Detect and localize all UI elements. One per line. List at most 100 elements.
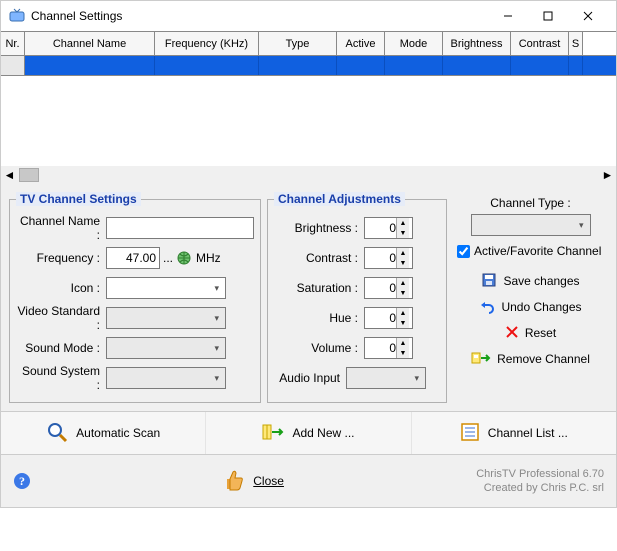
col-frequency[interactable]: Frequency (KHz) xyxy=(155,32,259,55)
tv-settings-legend: TV Channel Settings xyxy=(16,192,141,206)
active-favorite-label: Active/Favorite Channel xyxy=(474,244,601,258)
scroll-right-icon[interactable]: ► xyxy=(599,167,616,184)
maximize-button[interactable] xyxy=(528,2,568,30)
contrast-stepper[interactable]: ▲▼ xyxy=(364,247,413,269)
step-down-icon[interactable]: ▼ xyxy=(397,288,409,298)
channel-name-input[interactable] xyxy=(106,217,254,239)
tv-channel-settings: TV Channel Settings Channel Name : Frequ… xyxy=(9,192,261,403)
step-up-icon[interactable]: ▲ xyxy=(397,278,409,288)
save-label: Save changes xyxy=(503,274,579,288)
saturation-value[interactable] xyxy=(368,281,396,295)
channel-list-button[interactable]: Channel List ... xyxy=(412,412,616,454)
globe-icon[interactable] xyxy=(176,250,192,266)
grid-header: Nr. Channel Name Frequency (KHz) Type Ac… xyxy=(1,32,616,56)
reset-button[interactable]: Reset xyxy=(455,320,606,346)
add-new-button[interactable]: Add New ... xyxy=(206,412,411,454)
video-standard-label: Video Standard : xyxy=(16,304,106,332)
step-up-icon[interactable]: ▲ xyxy=(397,308,409,318)
frequency-unit: MHz xyxy=(196,251,221,265)
hue-label: Hue : xyxy=(274,311,364,325)
col-nr[interactable]: Nr. xyxy=(1,32,25,55)
window: Channel Settings Nr. Channel Name Freque… xyxy=(0,0,617,508)
undo-label: Undo Changes xyxy=(501,300,581,314)
product-name: ChrisTV Professional 6.70 xyxy=(476,467,604,481)
channel-grid: Nr. Channel Name Frequency (KHz) Type Ac… xyxy=(1,31,616,184)
col-s[interactable]: S xyxy=(569,32,583,55)
chevron-down-icon: ▾ xyxy=(214,313,222,324)
step-up-icon[interactable]: ▲ xyxy=(397,338,409,348)
author-name: Created by Chris P.C. srl xyxy=(476,481,604,495)
saturation-stepper[interactable]: ▲▼ xyxy=(364,277,413,299)
frequency-input[interactable] xyxy=(106,247,160,269)
sound-mode-combo[interactable]: ▾ xyxy=(106,337,226,359)
step-up-icon[interactable]: ▲ xyxy=(397,248,409,258)
remove-icon xyxy=(471,350,491,369)
col-brightness[interactable]: Brightness xyxy=(443,32,511,55)
frequency-more-icon[interactable]: ... xyxy=(160,251,176,265)
active-favorite-checkbox[interactable]: Active/Favorite Channel xyxy=(457,244,606,258)
footer: ? Close ChrisTV Professional 6.70 Create… xyxy=(1,455,616,507)
volume-stepper[interactable]: ▲▼ xyxy=(364,337,413,359)
list-icon xyxy=(460,422,480,445)
thumbs-up-icon xyxy=(223,469,245,494)
automatic-scan-button[interactable]: Automatic Scan xyxy=(1,412,206,454)
sound-system-label: Sound System : xyxy=(16,364,106,392)
remove-label: Remove Channel xyxy=(497,352,590,366)
channel-adjustments: Channel Adjustments Brightness : ▲▼ Cont… xyxy=(267,192,447,403)
chevron-down-icon: ▾ xyxy=(214,343,222,354)
step-down-icon[interactable]: ▼ xyxy=(397,258,409,268)
scroll-left-icon[interactable]: ◄ xyxy=(1,167,18,184)
settings-row: TV Channel Settings Channel Name : Frequ… xyxy=(1,184,616,411)
hue-value[interactable] xyxy=(368,311,396,325)
col-mode[interactable]: Mode xyxy=(385,32,443,55)
icon-combo[interactable]: ▾ xyxy=(106,277,226,299)
brightness-stepper[interactable]: ▲▼ xyxy=(364,217,413,239)
save-changes-button[interactable]: Save changes xyxy=(455,268,606,294)
reset-icon xyxy=(505,325,519,342)
right-panel: Channel Type : ▾ Active/Favorite Channel… xyxy=(453,192,608,403)
undo-changes-button[interactable]: Undo Changes xyxy=(455,294,606,320)
channel-name-label: Channel Name : xyxy=(16,214,106,242)
frequency-label: Frequency : xyxy=(16,251,106,265)
audio-input-combo[interactable]: ▾ xyxy=(346,367,426,389)
close-label: Close xyxy=(253,474,284,488)
close-dialog-button[interactable]: Close xyxy=(31,469,476,494)
brightness-value[interactable] xyxy=(368,221,396,235)
active-favorite-check[interactable] xyxy=(457,245,470,258)
brightness-label: Brightness : xyxy=(274,221,364,235)
volume-value[interactable] xyxy=(368,341,396,355)
contrast-label: Contrast : xyxy=(274,251,364,265)
hue-stepper[interactable]: ▲▼ xyxy=(364,307,413,329)
credits: ChrisTV Professional 6.70 Created by Chr… xyxy=(476,467,604,496)
reset-label: Reset xyxy=(525,326,556,340)
step-down-icon[interactable]: ▼ xyxy=(397,348,409,358)
step-down-icon[interactable]: ▼ xyxy=(397,228,409,238)
video-standard-combo[interactable]: ▾ xyxy=(106,307,226,329)
col-type[interactable]: Type xyxy=(259,32,337,55)
horizontal-scrollbar[interactable]: ◄ ► xyxy=(1,166,616,184)
sound-mode-label: Sound Mode : xyxy=(16,341,106,355)
step-down-icon[interactable]: ▼ xyxy=(397,318,409,328)
save-icon xyxy=(481,272,497,291)
scan-label: Automatic Scan xyxy=(76,426,160,440)
contrast-value[interactable] xyxy=(368,251,396,265)
col-active[interactable]: Active xyxy=(337,32,385,55)
channel-type-label: Channel Type : xyxy=(455,196,606,210)
sound-system-combo[interactable]: ▾ xyxy=(106,367,226,389)
grid-empty-area xyxy=(1,76,616,166)
window-title: Channel Settings xyxy=(31,9,488,23)
minimize-button[interactable] xyxy=(488,2,528,30)
close-button[interactable] xyxy=(568,2,608,30)
help-icon[interactable]: ? xyxy=(13,472,31,490)
remove-channel-button[interactable]: Remove Channel xyxy=(455,346,606,372)
chevron-down-icon: ▾ xyxy=(414,373,422,384)
chevron-down-icon: ▾ xyxy=(579,220,587,231)
scroll-thumb[interactable] xyxy=(19,168,39,182)
col-channel[interactable]: Channel Name xyxy=(25,32,155,55)
col-contrast[interactable]: Contrast xyxy=(511,32,569,55)
titlebar: Channel Settings xyxy=(1,1,616,31)
grid-row-selected[interactable] xyxy=(1,56,616,76)
channel-type-combo[interactable]: ▾ xyxy=(471,214,591,236)
icon-label: Icon : xyxy=(16,281,106,295)
step-up-icon[interactable]: ▲ xyxy=(397,218,409,228)
